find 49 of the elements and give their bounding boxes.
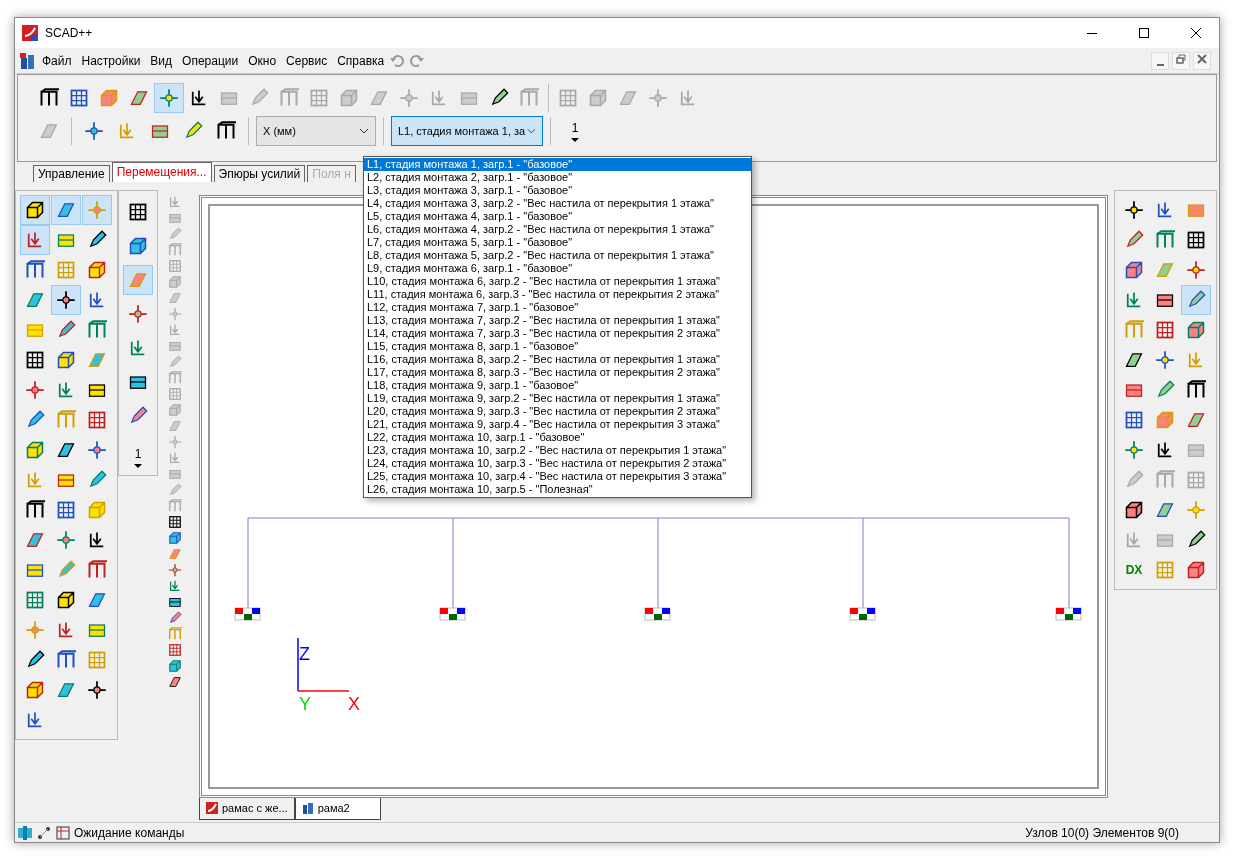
list-option[interactable]: L11, стадия монтажа 6, загр.3 - "Вес настила от перекрытия 2 этажа": [364, 288, 751, 301]
list-option[interactable]: L2, стадия монтажа 2, загр.1 - "базовое": [364, 171, 751, 184]
list-option[interactable]: L3, стадия монтажа 3, загр.1 - "базовое": [364, 184, 751, 197]
list-option[interactable]: L17, стадия монтажа 8, загр.3 - "Вес настила от перекрытия 2 этажа": [364, 366, 751, 379]
axis-label: X: [348, 694, 360, 714]
list-option[interactable]: L26, стадия монтажа 10, загр.5 - "Полезная": [364, 483, 751, 496]
menu-item[interactable]: Окно: [243, 51, 282, 70]
list-option[interactable]: L13, стадия монтажа 7, загр.2 - "Вес настила от перекрытия 1 этажа": [364, 314, 751, 327]
menu-item[interactable]: Справка: [332, 51, 390, 70]
list-option[interactable]: L20, стадия монтажа 9, загр.3 - "Вес настила от перекрытия 2 этажа": [364, 405, 751, 418]
list-option[interactable]: L4, стадия монтажа 3, загр.2 - "Вес настила от перекрытия 1 этажа": [364, 197, 751, 210]
mode-select[interactable]: 1: [123, 445, 153, 469]
list-option[interactable]: L12, стадия монтажа 7, загр.1 - "базовое": [364, 301, 751, 314]
list-option[interactable]: L25, стадия монтажа 10, загр.4 - "Вес настила от перекрытия 3 этажа": [364, 470, 751, 483]
tab[interactable]: Управление: [33, 165, 110, 182]
status-counts: Узлов 10(0) Элементов 9(0): [1025, 824, 1179, 842]
menu-item[interactable]: Вид: [145, 51, 178, 70]
list-option[interactable]: L23, стадия монтажа 10, загр.2 - "Вес настила от перекрытия 1 этажа": [364, 444, 751, 457]
list-option[interactable]: L16, стадия монтажа 8, загр.2 - "Вес настила от перекрытия 1 этажа": [364, 353, 751, 366]
unit-select[interactable]: X (мм): [256, 116, 376, 146]
menu-item[interactable]: Файл: [37, 51, 77, 70]
menu-item[interactable]: Сервис: [281, 51, 333, 70]
list-option[interactable]: L24, стадия монтажа 10, загр.3 - "Вес настила от перекрытия 2 этажа": [364, 457, 751, 470]
window-title: SCAD++: [45, 25, 93, 42]
menu-item[interactable]: Операции: [177, 51, 244, 70]
list-option[interactable]: L7, стадия монтажа 5, загр.1 - "базовое": [364, 236, 751, 249]
list-option[interactable]: L5, стадия монтажа 4, загр.1 - "базовое": [364, 210, 751, 223]
tab[interactable]: Перемещения...: [111, 162, 212, 182]
mode-select[interactable]: 1: [564, 119, 586, 143]
list-option[interactable]: L21, стадия монтажа 9, загр.4 - "Вес настила от перекрытия 3 этажа": [364, 418, 751, 431]
load-select[interactable]: L1, стадия монтажа 1, за: [391, 116, 543, 146]
list-option[interactable]: L6, стадия монтажа 4, загр.2 - "Вес настила от перекрытия 1 этажа": [364, 223, 751, 236]
list-option[interactable]: L14, стадия монтажа 7, загр.3 - "Вес настила от перекрытия 2 этажа": [364, 327, 751, 340]
list-option[interactable]: L18, стадия монтажа 9, загр.1 - "базовое": [364, 379, 751, 392]
dx-button[interactable]: DX: [1119, 555, 1149, 585]
list-option[interactable]: L10, стадия монтажа 6, загр.2 - "Вес настила от перекрытия 1 этажа": [364, 275, 751, 288]
axis-label: Y: [299, 694, 311, 714]
list-option[interactable]: L1, стадия монтажа 1, загр.1 - "базовое": [364, 158, 751, 171]
document-tab[interactable]: рамас с же...: [199, 798, 295, 820]
list-option[interactable]: L9, стадия монтажа 6, загр.1 - "базовое": [364, 262, 751, 275]
axis-label: Z: [299, 644, 310, 664]
list-option[interactable]: L19, стадия монтажа 9, загр.2 - "Вес настила от перекрытия 1 этажа": [364, 392, 751, 405]
tab[interactable]: Эпюры усилий: [213, 165, 306, 182]
list-option[interactable]: L15, стадия монтажа 8, загр.1 - "базовое": [364, 340, 751, 353]
list-option[interactable]: L22, стадия монтажа 10, загр.1 - "базовое": [364, 431, 751, 444]
list-option[interactable]: L8, стадия монтажа 5, загр.2 - "Вес настила от перекрытия 1 этажа": [364, 249, 751, 262]
menu-item[interactable]: Настройки: [76, 51, 146, 70]
document-tab[interactable]: рама2: [294, 798, 381, 820]
status-message: Ожидание команды: [74, 824, 185, 842]
